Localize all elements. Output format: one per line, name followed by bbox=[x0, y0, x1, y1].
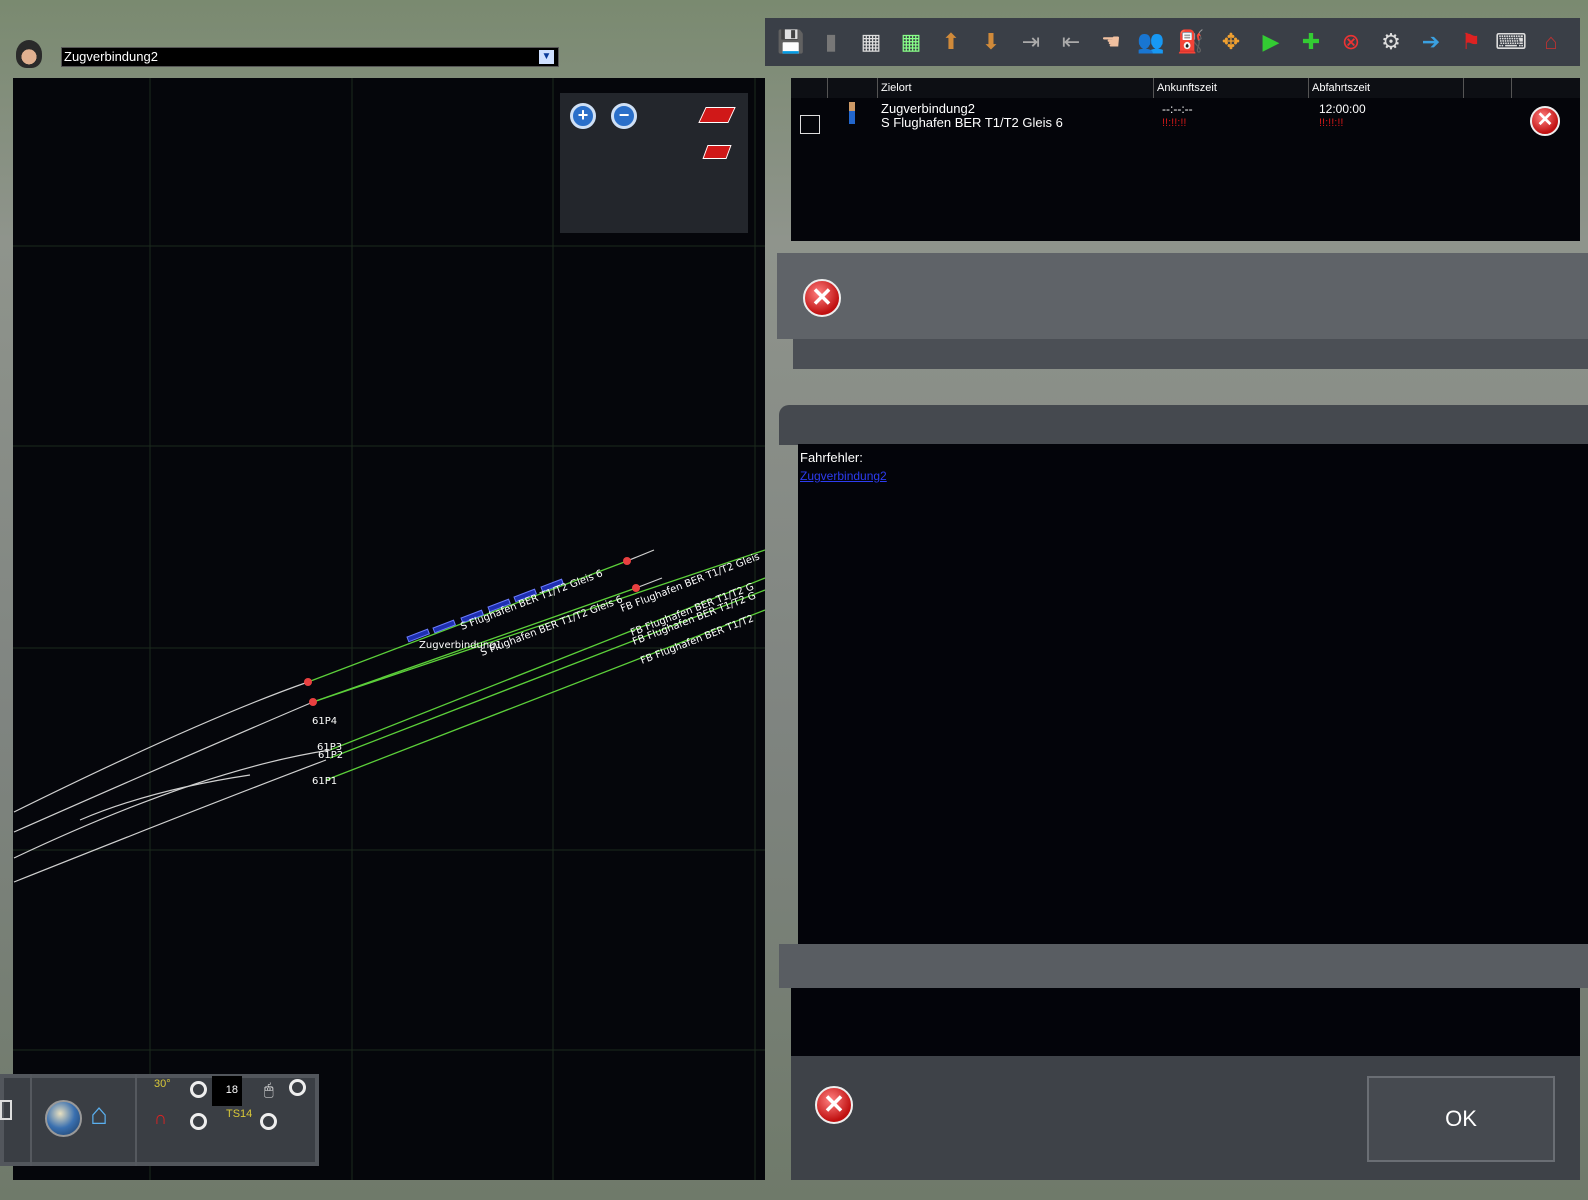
instruction-table: Zielort Ankunftszeit Abfahrtszeit Zugver… bbox=[791, 78, 1580, 241]
insert-after-icon[interactable]: ⇥ bbox=[1013, 24, 1049, 60]
arrival-time: --:--:-- bbox=[1162, 102, 1193, 116]
map-zoom-panel: + − bbox=[560, 93, 748, 233]
platform-label: 61P2 bbox=[318, 750, 343, 761]
home-icon[interactable]: ⌂ bbox=[90, 1098, 108, 1132]
expand-icon[interactable]: ✥ bbox=[1213, 24, 1249, 60]
delete-instruction-icon[interactable]: ✕ bbox=[803, 279, 841, 317]
grid-green-icon[interactable]: ▦ bbox=[893, 24, 929, 60]
counter-field[interactable]: 18 bbox=[212, 1076, 242, 1106]
platform-label: 61P4 bbox=[312, 716, 337, 727]
zoom-out-icon[interactable]: − bbox=[611, 103, 637, 129]
magnet-icon[interactable]: ∩ bbox=[154, 1108, 167, 1129]
radio-ts14[interactable] bbox=[260, 1113, 277, 1130]
train-label: Zugverbindung1 bbox=[419, 640, 502, 651]
radio-gradient[interactable] bbox=[190, 1081, 207, 1098]
driver-icon bbox=[849, 102, 855, 124]
fuel-icon[interactable]: ⛽ bbox=[1173, 24, 1209, 60]
gradient-icon[interactable]: 30° bbox=[154, 1078, 171, 1090]
zoom-in-icon[interactable]: + bbox=[570, 103, 596, 129]
trash-icon[interactable]: ▮ bbox=[813, 24, 849, 60]
service-name: Zugverbindung2 bbox=[881, 101, 975, 116]
driver-avatar-icon bbox=[16, 40, 42, 68]
cancel-icon[interactable]: ✕ bbox=[815, 1086, 853, 1124]
error-link[interactable]: Zugverbindung2 bbox=[800, 469, 1586, 483]
ok-button[interactable]: OK bbox=[1367, 1076, 1555, 1162]
radio-magnet[interactable] bbox=[190, 1113, 207, 1130]
departure-status: !!:!!:!! bbox=[1319, 117, 1344, 129]
empty-panel bbox=[791, 988, 1580, 1056]
move-down-icon[interactable]: ⬇ bbox=[973, 24, 1009, 60]
column-zielort[interactable]: Zielort bbox=[877, 78, 1153, 98]
move-up-icon[interactable]: ⬆ bbox=[933, 24, 969, 60]
insert-before-icon[interactable]: ⇤ bbox=[1053, 24, 1089, 60]
editor-toolbar: 💾 ▮ ▦ ▦ ⬆ ⬇ ⇥ ⇤ ☚ 👥 ⛽ ✥ ▶ ✚ ⊗ ⚙ ➔ ⚑ ⌨ ⌂ bbox=[765, 18, 1580, 66]
instruction-panel: ✕ bbox=[777, 253, 1588, 339]
ts14-icon[interactable]: TS14 bbox=[226, 1108, 252, 1120]
globe-icon[interactable] bbox=[45, 1100, 82, 1137]
station-icon[interactable]: ⌂ bbox=[1533, 24, 1569, 60]
departure-time: 12:00:00 bbox=[1319, 102, 1366, 116]
arrival-status: !!:!!:!! bbox=[1162, 117, 1187, 129]
track-label: S Flughafen BER T1/T2 Gleis 6 bbox=[459, 568, 604, 633]
panel-divider bbox=[793, 339, 1588, 369]
grid-icon[interactable]: ▦ bbox=[853, 24, 889, 60]
panel-divider bbox=[779, 405, 1588, 445]
errors-label: Fahrfehler: bbox=[800, 450, 863, 465]
radio-mouse[interactable] bbox=[289, 1079, 306, 1096]
platform-label: 61P1 bbox=[312, 776, 337, 787]
panel-divider bbox=[779, 944, 1588, 988]
passengers-icon[interactable]: 👥 bbox=[1133, 24, 1169, 60]
table-header: Zielort Ankunftszeit Abfahrtszeit bbox=[791, 78, 1580, 98]
track-map[interactable]: S Flughafen BER T1/T2 Gleis 6 S Flughafe… bbox=[13, 78, 765, 1180]
settings-icon[interactable]: ⚙ bbox=[1373, 24, 1409, 60]
service-select-value: Zugverbindung2 bbox=[64, 49, 158, 64]
dialog-footer: ✕ OK bbox=[791, 1056, 1580, 1180]
eraser-icon[interactable] bbox=[698, 107, 736, 123]
rails bbox=[13, 549, 663, 883]
row-checkbox[interactable] bbox=[800, 115, 820, 134]
save-icon[interactable]: 💾 bbox=[773, 24, 809, 60]
chevron-down-icon[interactable]: ▼ bbox=[539, 50, 554, 64]
remove-driver-icon[interactable]: ⊗ bbox=[1333, 24, 1369, 60]
add-icon[interactable]: ✚ bbox=[1293, 24, 1329, 60]
service-select[interactable]: Zugverbindung2 ▼ bbox=[61, 47, 559, 67]
driving-errors-panel: Fahrfehler: Zugverbindung2 bbox=[798, 444, 1588, 944]
pointer-hand-icon[interactable]: ☚ bbox=[1093, 24, 1129, 60]
exit-icon[interactable]: ➔ bbox=[1413, 24, 1449, 60]
column-abfahrtszeit[interactable]: Abfahrtszeit bbox=[1308, 78, 1463, 98]
column-ankunftszeit[interactable]: Ankunftszeit bbox=[1153, 78, 1308, 98]
eraser-track-icon[interactable] bbox=[702, 145, 732, 159]
destination: S Flughafen BER T1/T2 Gleis 6 bbox=[881, 115, 1063, 130]
delete-row-icon[interactable]: ✕ bbox=[1530, 106, 1560, 136]
panel-toggle-icon[interactable] bbox=[0, 1100, 12, 1120]
mouse-icon[interactable]: 🖱 bbox=[264, 1082, 274, 1100]
ok-label: OK bbox=[1445, 1106, 1477, 1131]
keyboard-icon[interactable]: ⌨ bbox=[1493, 24, 1529, 60]
flag-icon[interactable]: ⚑ bbox=[1453, 24, 1489, 60]
add-instruction-icon[interactable]: ▶ bbox=[1253, 24, 1289, 60]
bottom-left-toolbar: ⌂ 30° 18 🖱 ∩ TS14 bbox=[0, 1074, 319, 1166]
